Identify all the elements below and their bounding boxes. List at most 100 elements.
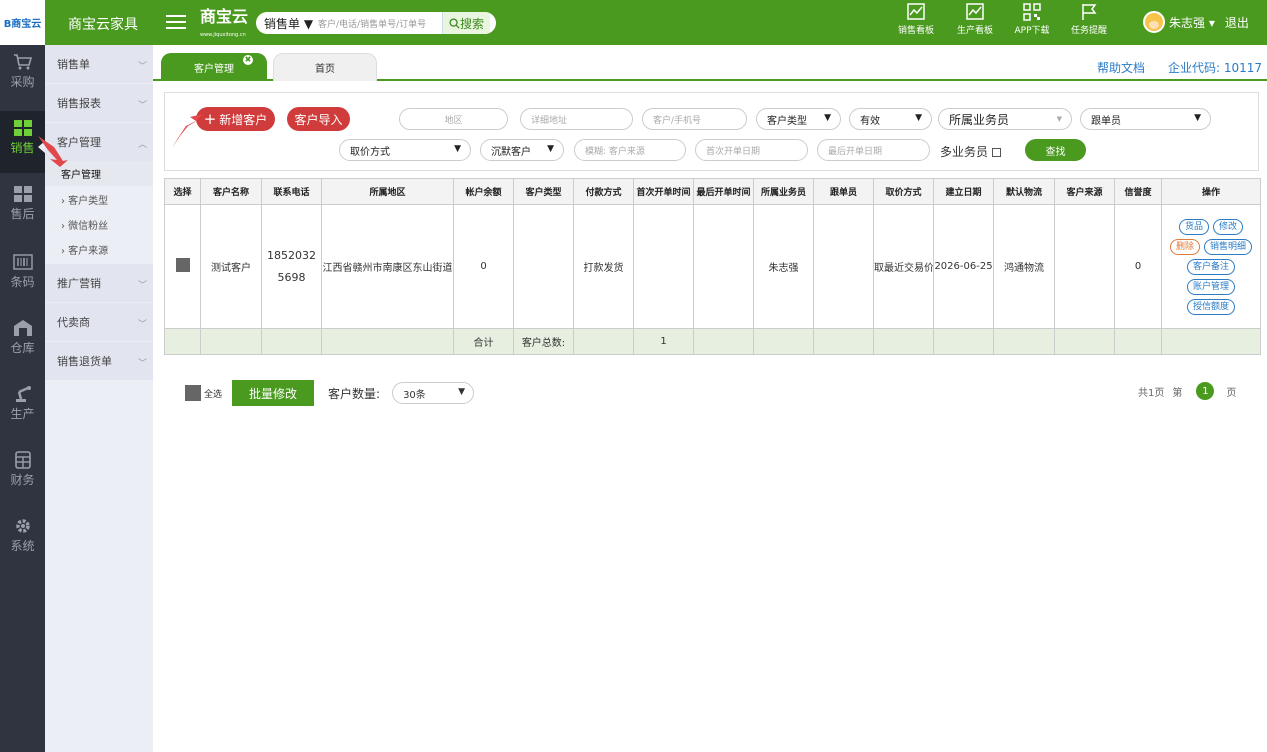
sidebar-group-promotion[interactable]: 推广营销 ﹀ xyxy=(45,264,153,302)
customer-type-select[interactable]: 客户类型 ▼ xyxy=(756,108,841,130)
sidebar-group-customer[interactable]: 客户管理 ︿ xyxy=(45,123,153,161)
user-name[interactable]: 朱志强 ▾ xyxy=(1169,14,1215,31)
region-input[interactable]: 地区 xyxy=(399,108,508,130)
credit-limit-link[interactable]: 授信额度 xyxy=(1186,298,1235,315)
task-reminder-button[interactable]: 任务提醒 xyxy=(1059,3,1119,36)
chevron-down-icon: ﹀ xyxy=(137,281,147,291)
search-input[interactable]: 客户/电话/销售单号/订单号 xyxy=(318,17,442,30)
cell-source xyxy=(1054,204,1115,329)
import-customer-button[interactable]: 客户导入 xyxy=(287,107,350,131)
qty-label: 客户数量: xyxy=(328,386,381,401)
rail-item-barcode[interactable]: 条码 xyxy=(0,253,45,303)
table-row[interactable]: 测试客户 18520325698 江西省赣州市南康区东山街道 0 打款发货 朱志… xyxy=(164,204,1261,329)
fuzzy-source-input[interactable]: 模糊: 客户来源 xyxy=(574,139,686,161)
checkbox[interactable] xyxy=(992,148,1002,157)
sidebar-group-sales-return[interactable]: 销售退货单 ﹀ xyxy=(45,342,153,380)
rail-item-warehouse[interactable]: 仓库 xyxy=(0,319,45,369)
search-type-select[interactable]: 销售单 ▼ xyxy=(256,15,318,32)
sidebar-item-wechat-fans[interactable]: › 微信粉丝 xyxy=(45,212,153,237)
delete-link[interactable]: 删除 xyxy=(1169,238,1200,255)
flag-icon xyxy=(1082,4,1097,20)
col-header: 所属业务员 xyxy=(753,178,814,205)
sales-board-button[interactable]: 销售看板 xyxy=(886,3,946,36)
logout-link[interactable]: 退出 xyxy=(1225,14,1249,31)
row-checkbox[interactable] xyxy=(164,204,201,329)
multi-salesman-checkbox[interactable]: 多业务员 xyxy=(940,143,1002,160)
barcode-icon xyxy=(12,254,33,270)
user-menu[interactable]: 朱志强 ▾ 退出 xyxy=(1143,11,1249,33)
cell-salesman: 朱志强 xyxy=(753,204,814,329)
tab-home[interactable]: 首页 xyxy=(273,53,377,81)
app-logo[interactable]: B商宝云 xyxy=(0,0,45,45)
chevron-down-icon: ﹀ xyxy=(137,101,147,111)
sidebar-group-sales-order[interactable]: 销售单 ﹀ xyxy=(45,45,153,83)
address-input[interactable]: 详细地址 xyxy=(520,108,633,130)
page-size-select[interactable]: 30条 ▼ xyxy=(392,382,475,404)
first-order-date-input[interactable]: 首次开单日期 xyxy=(695,139,808,161)
sales-detail-link[interactable]: 销售明细 xyxy=(1204,238,1253,255)
col-header: 帐户余额 xyxy=(453,178,514,205)
gear-icon xyxy=(15,519,30,533)
last-order-date-input[interactable]: 最后开单日期 xyxy=(817,139,930,161)
sidebar-item-customer-type[interactable]: › 客户类型 xyxy=(45,187,153,212)
sidebar-item-customer-source[interactable]: › 客户来源 xyxy=(45,237,153,262)
sidebar-group-sales-report[interactable]: 销售报表 ﹀ xyxy=(45,84,153,122)
customer-phone-input[interactable]: 客户/手机号 xyxy=(642,108,747,130)
cell-phone: 18520325698 xyxy=(261,204,322,329)
help-docs-link[interactable]: 帮助文档 xyxy=(1097,59,1145,76)
select-all-checkbox[interactable] xyxy=(185,385,201,401)
rail-item-production[interactable]: 生产 xyxy=(0,385,45,435)
chevron-down-icon: ﹀ xyxy=(137,320,147,330)
main-content: 客户管理 ✖ 首页 帮助文档 企业代码: 10117 + 新增客户 客户导入 地区… xyxy=(153,45,1267,752)
cell-credit: 0 xyxy=(1114,204,1162,329)
rail-item-purchase[interactable]: 采购 xyxy=(0,53,45,111)
sidebar-item-customer-manage[interactable]: 客户管理 xyxy=(45,161,153,186)
table-header: 选择 客户名称 联系电话 所属地区 帐户余额 客户类型 付款方式 首次开单时间 … xyxy=(164,178,1261,205)
col-header: 操作 xyxy=(1161,178,1261,205)
avatar xyxy=(1143,11,1165,33)
production-board-button[interactable]: 生产看板 xyxy=(945,3,1005,36)
search-button[interactable]: 搜索 xyxy=(442,12,491,34)
hamburger-menu-icon[interactable] xyxy=(166,12,186,32)
tab-customer-manage[interactable]: 客户管理 ✖ xyxy=(161,53,267,81)
col-header: 信誉度 xyxy=(1114,178,1162,205)
calculator-icon xyxy=(14,451,31,469)
cell-name: 测试客户 xyxy=(200,204,262,329)
tab-bar: 客户管理 ✖ 首页 帮助文档 企业代码: 10117 xyxy=(153,45,1267,81)
col-header: 建立日期 xyxy=(933,178,994,205)
salesman-select[interactable]: 所属业务员 ▼ xyxy=(938,108,1072,130)
select-all-label: 全选 xyxy=(204,389,223,400)
follower-select[interactable]: 跟单员 ▼ xyxy=(1080,108,1211,130)
summary-count-label: 客户总数: xyxy=(513,328,574,355)
goods-link[interactable]: 货品 xyxy=(1178,218,1209,235)
cell-first-order xyxy=(633,204,694,329)
module-rail: 采购 销售 售后 条码 仓库 生产 财务 系统 xyxy=(0,45,45,752)
account-manage-link[interactable]: 账户管理 xyxy=(1186,278,1235,295)
table-footer: 全选 批量修改 客户数量: 30条 ▼ xyxy=(185,380,475,406)
page-number[interactable]: 1 xyxy=(1196,382,1215,400)
col-header: 联系电话 xyxy=(261,178,322,205)
sub-sidebar: 销售单 ﹀ 销售报表 ﹀ 客户管理 ︿ 客户管理 › 客户类型 › 微信粉丝 › 客户… xyxy=(45,45,153,752)
col-header: 付款方式 xyxy=(573,178,634,205)
edit-link[interactable]: 修改 xyxy=(1213,218,1244,235)
sidebar-group-agent[interactable]: 代卖商 ﹀ xyxy=(45,303,153,341)
valid-select[interactable]: 有效 ▼ xyxy=(849,108,932,130)
enterprise-code: 企业代码: 10117 xyxy=(1168,61,1263,75)
plus-icon: + xyxy=(203,110,217,128)
dormant-select[interactable]: 沉默客户 ▼ xyxy=(480,139,564,161)
rail-item-finance[interactable]: 财务 xyxy=(0,451,45,501)
search-submit-button[interactable]: 查找 xyxy=(1025,139,1086,161)
price-method-select[interactable]: 取价方式 ▼ xyxy=(339,139,471,161)
app-download-button[interactable]: APP下载 xyxy=(1002,3,1062,36)
rail-item-system[interactable]: 系统 xyxy=(0,517,45,567)
col-header: 客户类型 xyxy=(513,178,574,205)
add-customer-button[interactable]: + 新增客户 xyxy=(196,107,275,131)
cell-logistics: 鸿通物流 xyxy=(993,204,1055,329)
caret-down-icon: ▼ xyxy=(458,387,466,397)
col-header: 取价方式 xyxy=(873,178,934,205)
rail-item-aftersales[interactable]: 售后 xyxy=(0,185,45,235)
customer-note-link[interactable]: 客户备注 xyxy=(1186,258,1235,275)
caret-down-icon: ▼ xyxy=(1194,113,1201,123)
batch-edit-button[interactable]: 批量修改 xyxy=(232,380,315,406)
close-icon[interactable]: ✖ xyxy=(243,55,253,65)
